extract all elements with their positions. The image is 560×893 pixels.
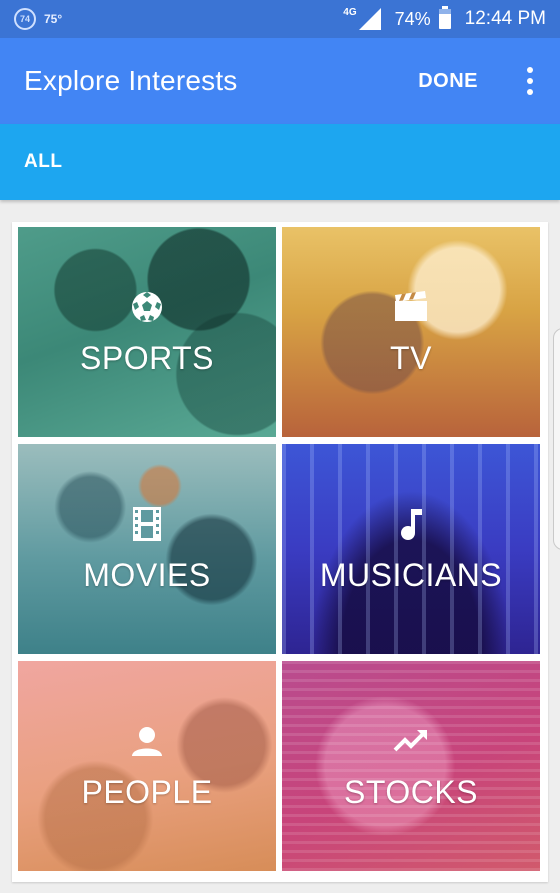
- app-bar: Explore Interests DONE: [0, 38, 560, 124]
- tab-all[interactable]: ALL: [24, 151, 62, 173]
- weather-badge-icon: 74: [14, 8, 36, 30]
- tile-stocks[interactable]: STOCKS: [282, 661, 540, 871]
- tile-sports[interactable]: SPORTS: [18, 227, 276, 437]
- tile-tv[interactable]: TV: [282, 227, 540, 437]
- clapperboard-icon: [392, 288, 430, 326]
- sports-image: [18, 227, 276, 437]
- temperature-text: 75°: [44, 12, 63, 26]
- battery-percentage: 74%: [394, 8, 431, 29]
- overflow-menu-icon[interactable]: [510, 56, 550, 106]
- clock: 12:44 PM: [464, 8, 546, 29]
- movies-image: [18, 444, 276, 654]
- tile-label: MUSICIANS: [319, 556, 503, 593]
- menu-dot: [527, 67, 533, 73]
- tab-bar: ALL: [0, 124, 560, 200]
- soccer-ball-icon: [128, 288, 166, 326]
- people-image: [18, 661, 276, 871]
- stocks-image: [282, 661, 540, 871]
- menu-dot: [527, 89, 533, 95]
- trending-up-icon: [392, 722, 430, 760]
- done-button[interactable]: DONE: [410, 60, 486, 103]
- interests-grid: SPORTS TV MOVIES MUSICIANS PEOPLE STOCKS: [12, 222, 548, 882]
- music-note-icon: [392, 505, 430, 543]
- status-bar: 74 75° 4G 74% 12:44 PM: [0, 0, 560, 38]
- page-title: Explore Interests: [24, 65, 238, 96]
- film-strip-icon: [128, 505, 166, 543]
- tile-label: SPORTS: [80, 339, 214, 376]
- tile-people[interactable]: PEOPLE: [18, 661, 276, 871]
- tile-movies[interactable]: MOVIES: [18, 444, 276, 654]
- tile-musicians[interactable]: MUSICIANS: [282, 444, 540, 654]
- tile-label: MOVIES: [83, 556, 211, 593]
- person-icon: [128, 722, 166, 760]
- network-type: 4G: [343, 6, 357, 18]
- battery-icon: [438, 6, 451, 29]
- menu-dot: [527, 78, 533, 84]
- tile-label: TV: [390, 339, 432, 376]
- tile-label: STOCKS: [344, 773, 478, 810]
- status-left: 74 75°: [14, 8, 62, 30]
- edge-panel-handle[interactable]: [553, 328, 560, 550]
- musicians-image: [282, 444, 540, 654]
- tile-label: PEOPLE: [81, 773, 213, 810]
- signal-icon: [358, 8, 381, 30]
- status-right: 4G 74% 12:44 PM: [343, 6, 546, 30]
- tv-image: [282, 227, 540, 437]
